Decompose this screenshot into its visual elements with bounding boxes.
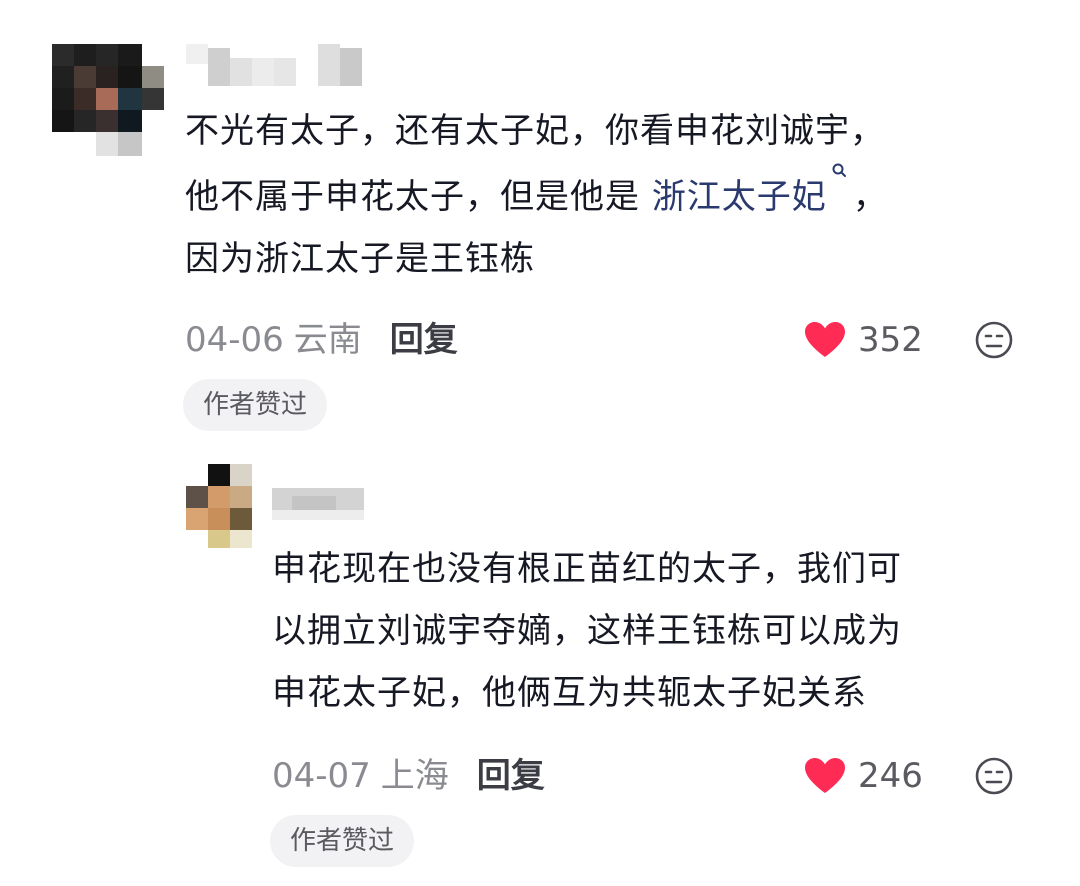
emoji-face-icon[interactable] <box>974 756 1014 796</box>
comment-line: 不光有太子，还有太子妃，你看申花刘诚宇， <box>185 111 885 151</box>
comment-line-text: 他不属于申花太子，但是他是 <box>185 177 652 217</box>
comment-text: 不光有太子，还有太子妃，你看申花刘诚宇， 他不属于申花太子，但是他是 浙江太子妃… <box>185 100 888 290</box>
username-blurred[interactable] <box>272 488 364 528</box>
comment-meta: 04-06 云南 回复 <box>185 318 458 362</box>
author-liked-badge: 作者赞过 <box>183 379 328 431</box>
comment-date: 04-06 <box>185 320 284 360</box>
search-link-text[interactable]: 浙江太子妃 <box>652 177 827 217</box>
like-button[interactable]: 246 <box>804 754 923 798</box>
comment-thread: 不光有太子，还有太子妃，你看申花刘诚宇， 他不属于申花太子，但是他是 浙江太子妃… <box>0 0 1080 886</box>
like-count: 246 <box>858 756 923 796</box>
search-link[interactable]: 浙江太子妃 <box>652 163 853 217</box>
comment-meta: 04-07 上海 回复 <box>272 754 545 798</box>
comment-line: 以拥立刘诚宇夺嫡，这样王钰栋可以成为 <box>272 611 902 651</box>
comment-line: 申花太子妃，他俩互为共轭太子妃关系 <box>272 673 867 713</box>
heart-icon[interactable] <box>804 321 846 359</box>
comment-text: 申花现在也没有根正苗红的太子，我们可 以拥立刘诚宇夺嫡，这样王钰栋可以成为 申花… <box>272 538 902 724</box>
reply-button[interactable]: 回复 <box>477 756 545 796</box>
like-button[interactable]: 352 <box>804 318 923 362</box>
comment-line: 因为浙江太子是王钰栋 <box>185 239 535 279</box>
search-icon[interactable] <box>831 162 849 180</box>
author-liked-badge: 作者赞过 <box>270 815 415 867</box>
comment-line: 他不属于申花太子，但是他是 浙江太子妃 ， <box>185 162 888 228</box>
comment-location: 云南 <box>293 320 362 360</box>
comment-location: 上海 <box>380 756 449 796</box>
comment-line: 申花现在也没有根正苗红的太子，我们可 <box>272 549 902 589</box>
heart-icon[interactable] <box>804 757 846 795</box>
avatar[interactable] <box>186 464 254 548</box>
comment-line-text: ， <box>852 177 888 217</box>
comment-date: 04-07 <box>272 756 371 796</box>
reply-button[interactable]: 回复 <box>390 320 458 360</box>
username-blurred[interactable] <box>186 44 366 86</box>
like-count: 352 <box>858 320 923 360</box>
avatar[interactable] <box>52 44 164 156</box>
emoji-face-icon[interactable] <box>974 320 1014 360</box>
